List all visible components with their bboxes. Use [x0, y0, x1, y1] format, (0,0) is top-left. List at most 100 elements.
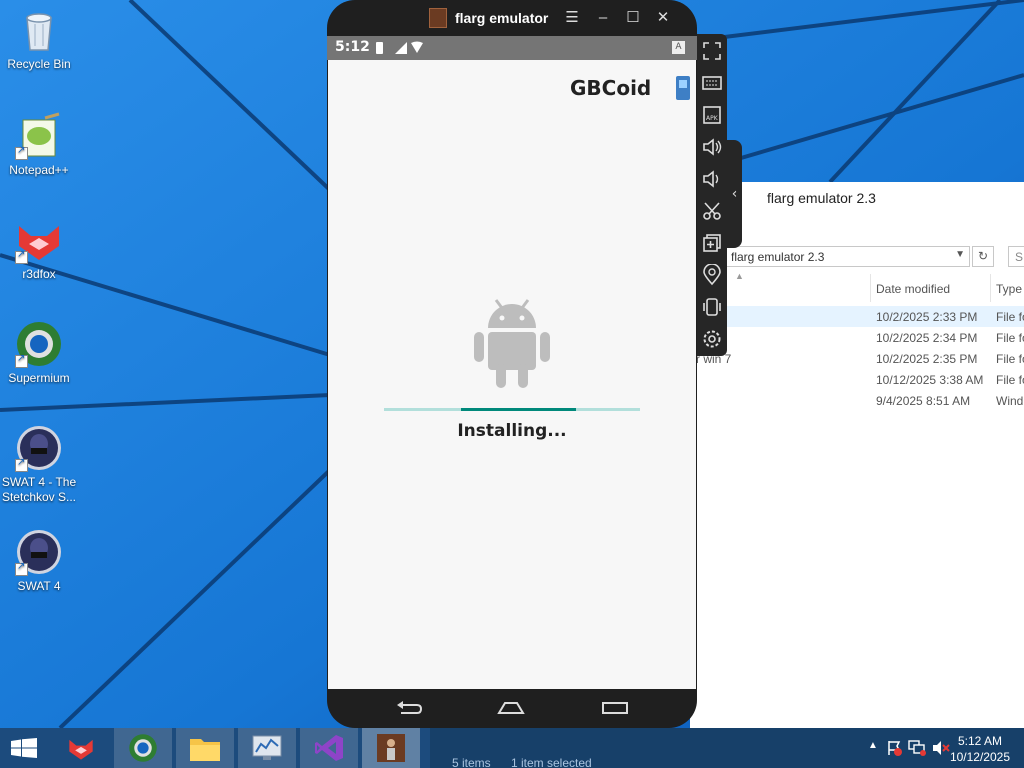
gbcoid-app-icon [676, 76, 690, 100]
desktop-icon-label: Notepad++ [9, 163, 69, 177]
home-button[interactable] [497, 697, 525, 719]
android-screen[interactable]: GBCoid Installing... [328, 60, 696, 689]
network-icon[interactable] [908, 740, 926, 756]
taskbar-resource-monitor[interactable] [238, 728, 296, 768]
file-row[interactable]: 10/2/2025 2:34 PM File fo [690, 327, 1024, 348]
file-type: File fo [996, 373, 1024, 387]
file-date: 10/12/2025 3:38 AM [876, 373, 984, 387]
chevron-down-icon[interactable]: ▼ [955, 249, 965, 260]
file-date: 10/2/2025 2:35 PM [876, 352, 978, 366]
emulator-toolbar: APK [697, 34, 727, 356]
shortcut-arrow-icon [15, 561, 28, 576]
refresh-button[interactable]: ↻ [972, 246, 994, 267]
multi-instance-icon[interactable] [701, 232, 723, 254]
taskbar-r3dfox[interactable] [52, 728, 110, 768]
file-explorer-window[interactable]: flarg emulator 2.3 flarg emulator 2.3 ▼ … [690, 182, 1024, 728]
swat4-stetchkov-icon [15, 424, 63, 472]
folder-icon [190, 739, 220, 761]
desktop-icon-notepad-plus-plus[interactable]: Notepad++ [0, 112, 78, 178]
desktop-icon-label: SWAT 4 - The Stetchkov S... [1, 475, 77, 504]
desktop-icon-label: Supermium [8, 371, 70, 385]
taskbar-file-explorer[interactable] [176, 728, 234, 768]
start-button[interactable] [11, 738, 37, 758]
explorer-title: flarg emulator 2.3 [767, 190, 876, 206]
install-apk-icon[interactable]: APK [701, 104, 723, 126]
fullscreen-icon[interactable] [701, 40, 723, 62]
action-center-flag-icon[interactable] [886, 740, 902, 756]
install-progress-bar [384, 408, 640, 411]
recents-button[interactable] [601, 697, 629, 719]
battery-icon [376, 42, 383, 54]
monitor-chart-icon [252, 735, 282, 760]
desktop-icon-supermium[interactable]: Supermium [0, 320, 78, 386]
maximize-button[interactable]: ☐ [623, 8, 643, 28]
column-divider [870, 274, 871, 302]
svg-text:APK: APK [706, 115, 719, 122]
install-status-text: Installing... [457, 421, 567, 441]
shortcut-arrow-icon [15, 145, 28, 160]
shortcut-arrow-icon [15, 457, 28, 472]
clock-time: 5:12 AM [957, 734, 1002, 748]
search-input[interactable]: S [1008, 246, 1024, 267]
status-time: 5:12 [335, 39, 370, 55]
shake-icon[interactable] [701, 296, 723, 318]
file-row[interactable]: r win 7 10/2/2025 2:35 PM File fo [690, 348, 1024, 369]
desktop-icon-recycle-bin[interactable]: Recycle Bin [0, 6, 78, 72]
shortcut-arrow-icon [15, 249, 28, 264]
keyboard-indicator-icon: A [672, 41, 685, 54]
column-header-type[interactable]: Type [996, 282, 1022, 296]
emulator-title-bar[interactable]: flarg emulator ☰ – ☐ ✕ [327, 0, 697, 36]
emulator-logo-icon [429, 8, 447, 28]
file-type: File fo [996, 331, 1024, 345]
address-bar[interactable]: flarg emulator 2.3 ▼ [720, 246, 970, 267]
clock-date: 10/12/2025 [949, 750, 1010, 764]
volume-muted-icon[interactable] [932, 740, 950, 756]
toolbar-collapse-chevron-icon[interactable]: ‹ [727, 140, 742, 248]
desktop-icon-label: SWAT 4 [17, 579, 61, 593]
progress-fill [460, 408, 576, 411]
explorer-status-items: 5 items [452, 756, 491, 768]
sort-up-icon: ▲ [735, 271, 744, 281]
emulator-window[interactable]: flarg emulator ☰ – ☐ ✕ 5:12 A GBCoid Ins… [327, 0, 697, 728]
taskbar-visual-studio[interactable] [300, 728, 358, 768]
recycle-bin-icon [15, 6, 63, 54]
supermium-icon [129, 734, 157, 762]
app-title: GBCoid [570, 76, 652, 100]
taskbar-flarg-emulator[interactable] [362, 728, 420, 768]
desktop-icon-swat4-stetchkov[interactable]: SWAT 4 - The Stetchkov S... [0, 424, 78, 505]
location-icon[interactable] [701, 264, 723, 286]
swat4-icon [15, 528, 63, 576]
menu-icon[interactable]: ☰ [562, 8, 582, 28]
file-date: 10/2/2025 2:34 PM [876, 331, 978, 345]
desktop-icon-r3dfox[interactable]: r3dfox [0, 216, 78, 282]
signal-icon [395, 42, 407, 54]
file-row[interactable]: 9/4/2025 8:51 AM Wind [690, 390, 1024, 411]
volume-up-icon[interactable] [701, 136, 723, 158]
status-icons [376, 41, 423, 54]
column-divider [990, 274, 991, 302]
file-row[interactable]: 10/2/2025 2:33 PM File fo [690, 306, 1024, 327]
keyboard-icon[interactable] [701, 72, 723, 94]
visual-studio-icon [315, 735, 343, 761]
screenshot-icon[interactable] [701, 200, 723, 222]
desktop-icon-swat4[interactable]: SWAT 4 [0, 528, 78, 594]
android-status-bar: 5:12 A [327, 36, 697, 60]
volume-down-icon[interactable] [701, 168, 723, 190]
file-type: File fo [996, 310, 1024, 324]
android-nav-bar [327, 689, 697, 728]
r3dfox-icon [69, 739, 93, 760]
settings-gear-icon[interactable] [701, 328, 723, 350]
file-row[interactable]: 10/12/2025 3:38 AM File fo [690, 369, 1024, 390]
file-type: Wind [996, 394, 1024, 408]
show-hidden-icons-chevron-icon[interactable]: ▲ [868, 740, 878, 751]
desktop-icon-label: Recycle Bin [7, 57, 71, 71]
close-button[interactable]: ✕ [653, 8, 673, 28]
minimize-button[interactable]: – [593, 8, 613, 28]
file-date: 10/2/2025 2:33 PM [876, 310, 978, 324]
column-header-date[interactable]: Date modified [876, 282, 950, 296]
system-tray: ▲ 5:12 AM 10/12/2025 [844, 728, 1024, 768]
back-button[interactable] [395, 697, 423, 719]
taskbar-supermium[interactable] [114, 728, 172, 768]
taskbar-clock[interactable]: 5:12 AM 10/12/2025 [950, 733, 1010, 765]
supermium-icon [15, 320, 63, 368]
